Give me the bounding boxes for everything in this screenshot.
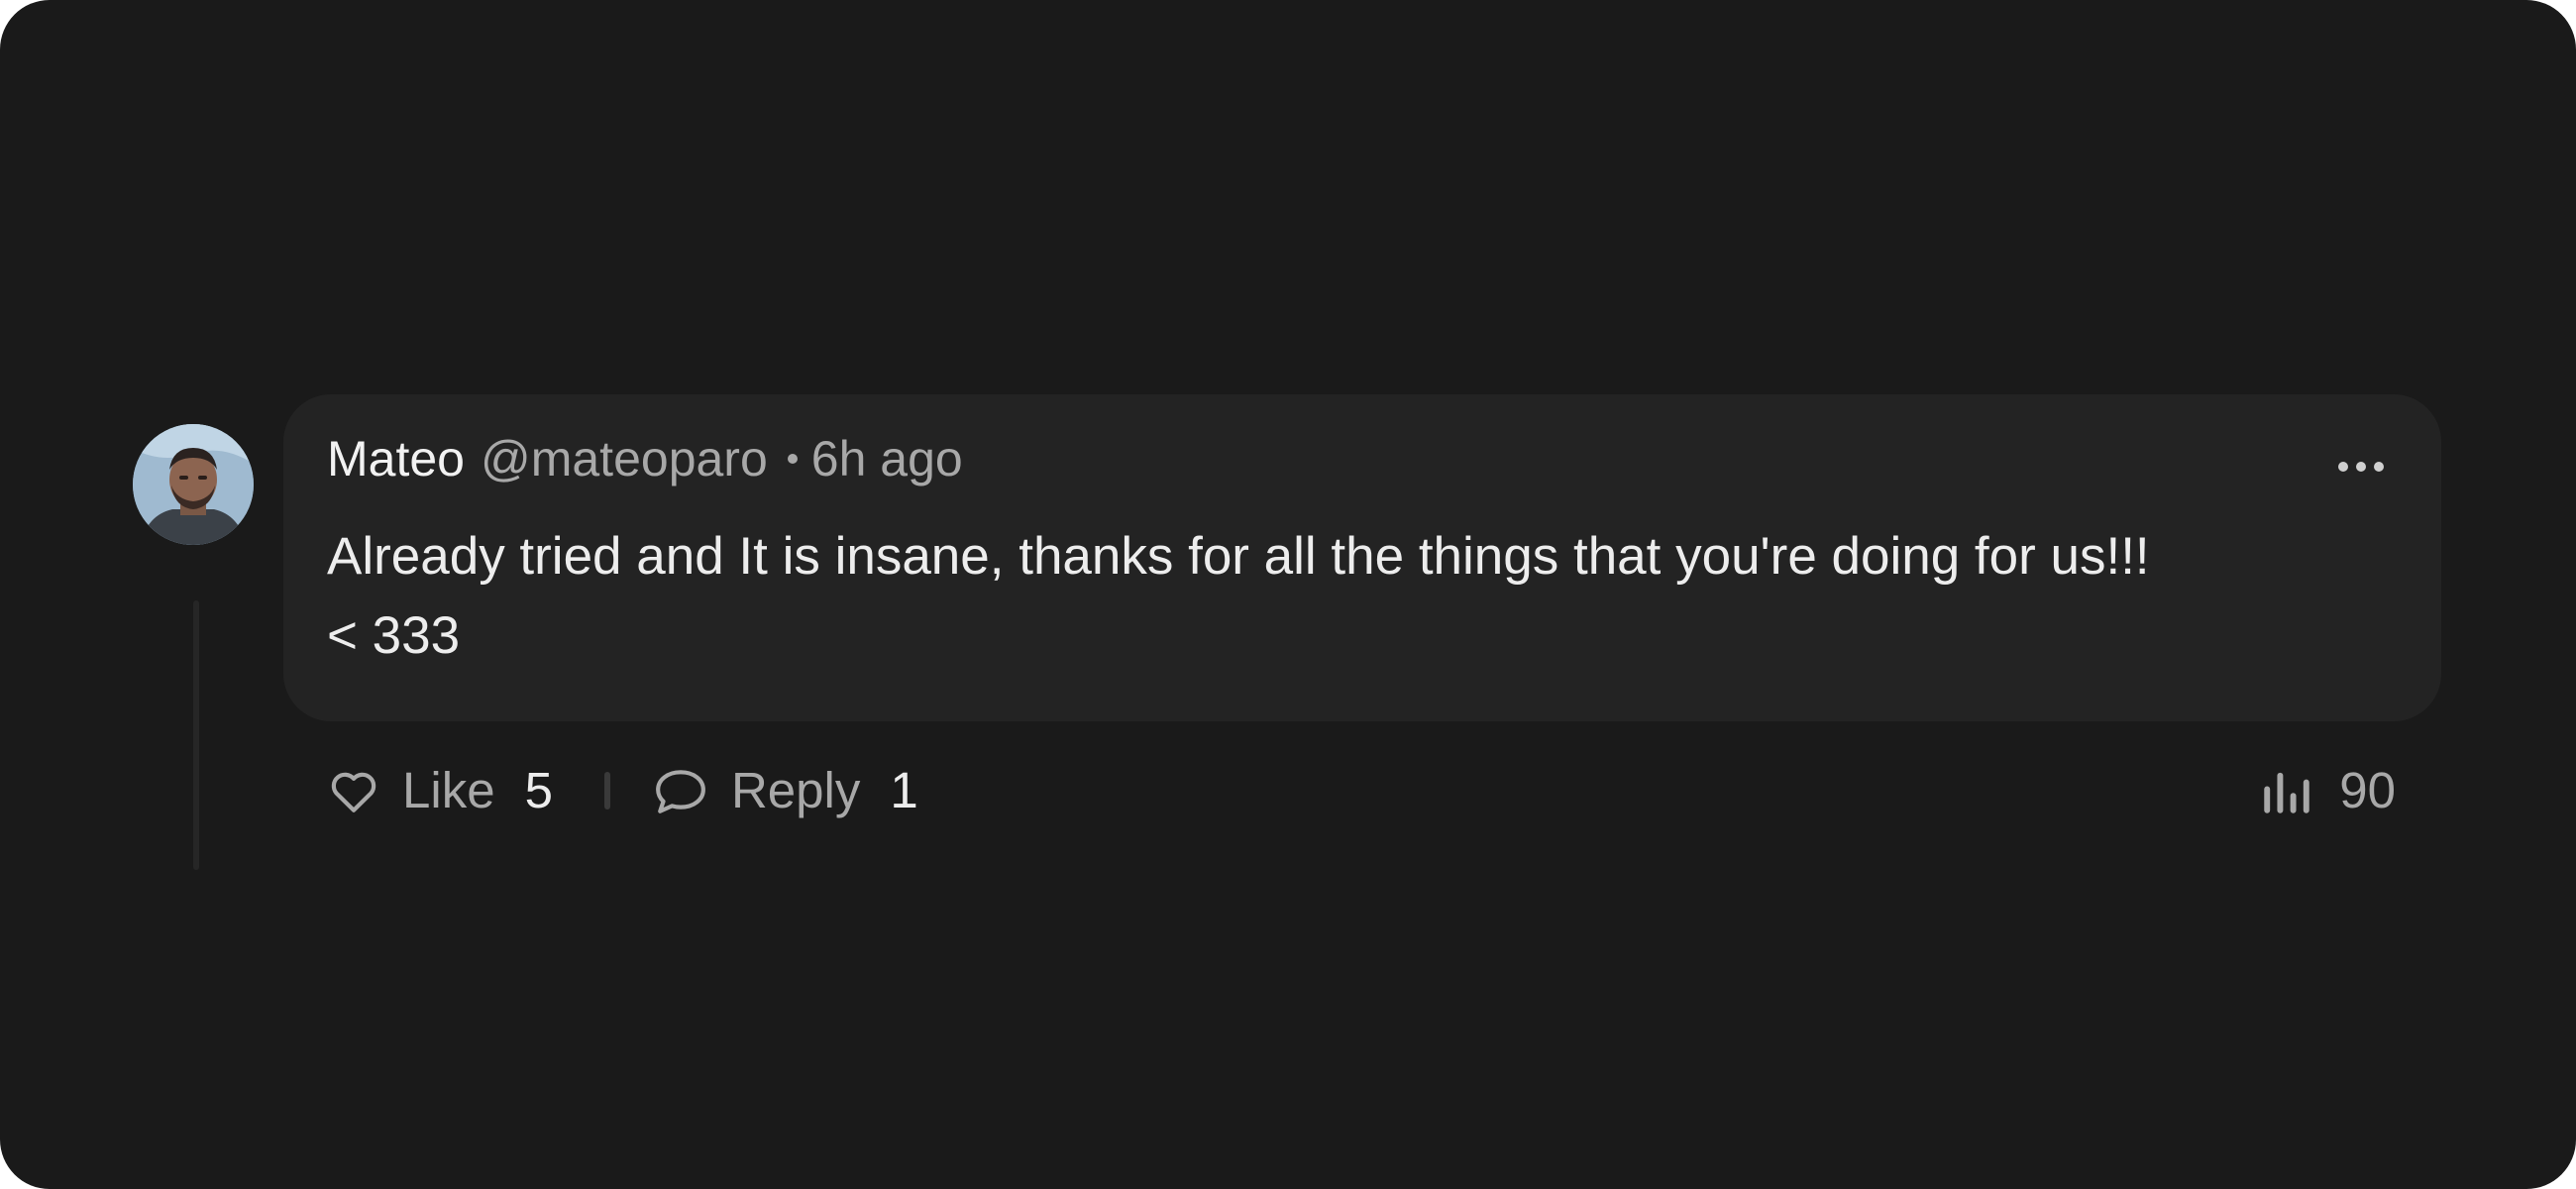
- avatar[interactable]: [133, 424, 254, 545]
- ellipsis-icon: [2374, 462, 2384, 472]
- comment-text-line: < 333: [327, 606, 461, 665]
- comment-card: Mateo @mateoparo 6h ago Already tried an…: [283, 394, 2441, 721]
- speech-bubble-icon: [656, 769, 705, 813]
- action-divider: [603, 771, 610, 810]
- ellipsis-icon: [2356, 462, 2366, 472]
- like-count: 5: [524, 762, 553, 818]
- like-label: Like: [402, 762, 495, 818]
- more-options-button[interactable]: [2338, 462, 2384, 472]
- comment-header: Mateo @mateoparo 6h ago: [327, 434, 963, 484]
- author-name[interactable]: Mateo: [327, 434, 465, 484]
- like-button[interactable]: Like 5: [329, 761, 553, 819]
- bar-chart-icon: [2264, 772, 2309, 813]
- heart-icon: [331, 772, 376, 812]
- avatar-photo: [133, 424, 254, 545]
- timestamp: 6h ago: [810, 431, 963, 486]
- comment-actions: Like 5 Reply 1: [329, 761, 918, 819]
- author-handle[interactable]: @mateoparo: [481, 434, 768, 484]
- ellipsis-icon: [2338, 462, 2348, 472]
- comment-panel: Mateo @mateoparo 6h ago Already tried an…: [0, 0, 2576, 1189]
- separator-dot: [787, 454, 798, 464]
- views-stat: 90: [2262, 761, 2396, 819]
- reply-count: 1: [890, 762, 918, 818]
- views-count: 90: [2339, 762, 2396, 818]
- reply-button[interactable]: Reply 1: [654, 761, 918, 819]
- reply-label: Reply: [730, 762, 861, 818]
- thread-line: [193, 600, 199, 870]
- comment-text-line: Already tried and It is insane, thanks f…: [327, 527, 2150, 586]
- comment-text: Already tried and It is insane, thanks f…: [327, 517, 2398, 676]
